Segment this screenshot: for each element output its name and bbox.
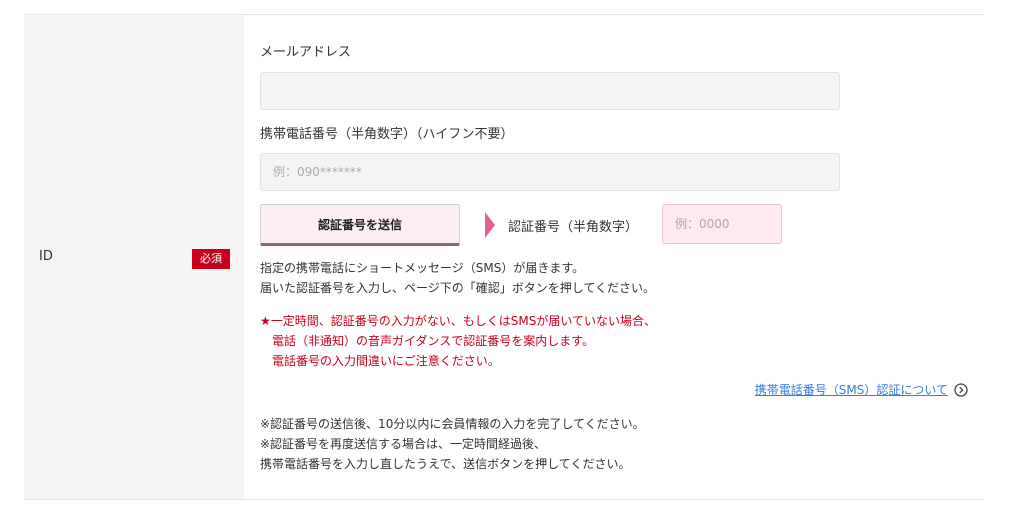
row-content: メールアドレス 携帯電話番号（半角数字）（ハイフン不要） 認証番号を送信 認証番… (260, 15, 984, 499)
sms-info: 指定の携帯電話にショートメッセージ（SMS）が届きます。 届いた認証番号を入力し… (260, 258, 655, 298)
form-row-id: ID 必須 メールアドレス 携帯電話番号（半角数字）（ハイフン不要） 認証番号を… (24, 14, 984, 500)
email-label: メールアドレス (260, 45, 352, 60)
warning-line: 電話（非通知）の音声ガイダンスで認証番号を案内します。 (272, 334, 595, 348)
code-label: 認証番号（半角数字） (508, 220, 639, 235)
warning-line: 電話番号の入力間違いにご注意ください。 (272, 354, 500, 368)
note-line: ※認証番号の送信後、10分以内に会員情報の入力を完了してください。 (260, 417, 645, 431)
row-label-cell: ID 必須 (24, 15, 244, 499)
sms-info-line: 届いた認証番号を入力し、ページ下の「確認」ボタンを押してください。 (260, 281, 656, 295)
chevron-right-circle-icon[interactable] (954, 383, 968, 397)
email-input[interactable] (260, 72, 840, 110)
row-label: ID (39, 249, 53, 264)
voice-guidance-warning: ★一定時間、認証番号の入力がない、もしくはSMSが届いていない場合、 電話（非通… (260, 311, 656, 371)
note-line: ※認証番号を再度送信する場合は、一定時間経過後、 (260, 437, 547, 451)
send-code-button[interactable]: 認証番号を送信 (260, 204, 460, 246)
phone-label: 携帯電話番号（半角数字）（ハイフン不要） (260, 127, 514, 142)
sms-auth-help-link[interactable]: 携帯電話番号（SMS）認証について (755, 381, 948, 398)
note-line: 携帯電話番号を入力し直したうえで、送信ボタンを押してください。 (260, 457, 631, 471)
phone-input[interactable] (260, 153, 840, 191)
notes: ※認証番号の送信後、10分以内に会員情報の入力を完了してください。 ※認証番号を… (260, 414, 645, 474)
arrow-right-icon (485, 212, 495, 238)
sms-info-line: 指定の携帯電話にショートメッセージ（SMS）が届きます。 (260, 261, 585, 275)
warning-line: ★一定時間、認証番号の入力がない、もしくはSMSが届いていない場合、 (260, 314, 656, 328)
required-badge: 必須 (192, 249, 230, 269)
code-input[interactable] (662, 204, 782, 244)
